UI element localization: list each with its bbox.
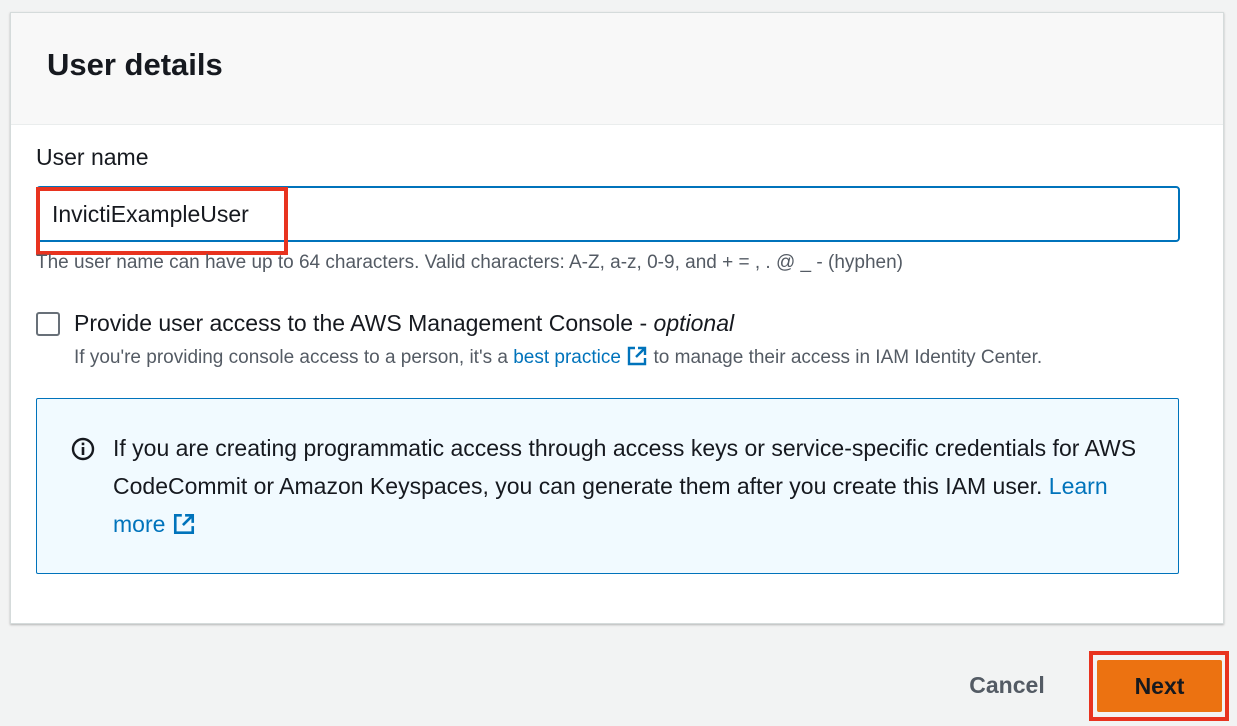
console-access-label-text: Provide user access to the AWS Managemen… <box>74 310 654 336</box>
best-practice-link[interactable]: best practice <box>513 346 648 368</box>
console-access-description: If you're providing console access to a … <box>74 345 1042 369</box>
info-icon <box>71 437 95 461</box>
cancel-button[interactable]: Cancel <box>950 660 1064 710</box>
next-button[interactable]: Next <box>1097 660 1222 712</box>
panel-title: User details <box>47 47 223 82</box>
optional-tag: optional <box>653 310 735 336</box>
user-name-hint: The user name can have up to 64 characte… <box>36 252 903 273</box>
user-name-label: User name <box>36 144 149 170</box>
console-access-label[interactable]: Provide user access to the AWS Managemen… <box>74 310 734 337</box>
panel-header: User details <box>11 13 1223 125</box>
info-alert-message: If you are creating programmatic access … <box>113 435 1137 499</box>
info-alert-text: If you are creating programmatic access … <box>113 429 1153 543</box>
console-access-checkbox[interactable] <box>36 312 60 336</box>
best-practice-link-text: best practice <box>513 347 621 368</box>
external-link-icon <box>173 513 194 535</box>
user-name-input[interactable] <box>36 186 1180 242</box>
external-link-icon <box>628 346 647 366</box>
console-access-desc-before: If you're providing console access to a … <box>74 347 514 368</box>
console-access-desc-after: to manage their access in IAM Identity C… <box>648 347 1043 368</box>
info-alert: If you are creating programmatic access … <box>36 398 1179 574</box>
